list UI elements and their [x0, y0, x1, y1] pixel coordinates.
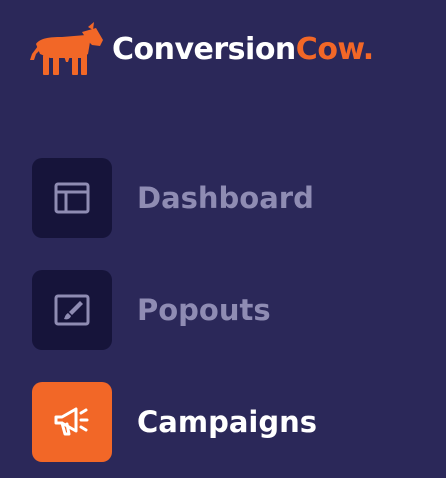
- brush-icon: [54, 294, 90, 326]
- brand-wordmark: ConversionCow.: [112, 35, 374, 65]
- sidebar-item-dashboard[interactable]: Dashboard: [32, 158, 317, 238]
- layout-icon: [54, 182, 90, 214]
- sidebar-nav: Dashboard Popouts Campaigns: [32, 158, 317, 462]
- brand-name-accent: Cow.: [295, 32, 374, 67]
- megaphone-icon: [54, 407, 89, 436]
- sidebar-item-campaigns[interactable]: Campaigns: [32, 382, 317, 462]
- sidebar-item-label: Popouts: [137, 293, 271, 327]
- sidebar-item-popouts[interactable]: Popouts: [32, 270, 317, 350]
- cow-icon: [30, 22, 103, 75]
- dashboard-icon-box: [32, 158, 112, 238]
- brand-name-primary: Conversion: [112, 32, 296, 67]
- brand-logo[interactable]: ConversionCow.: [30, 20, 374, 80]
- popouts-icon-box: [32, 270, 112, 350]
- campaigns-icon-box: [32, 382, 112, 462]
- sidebar-item-label: Campaigns: [137, 405, 318, 439]
- sidebar-item-label: Dashboard: [137, 181, 314, 215]
